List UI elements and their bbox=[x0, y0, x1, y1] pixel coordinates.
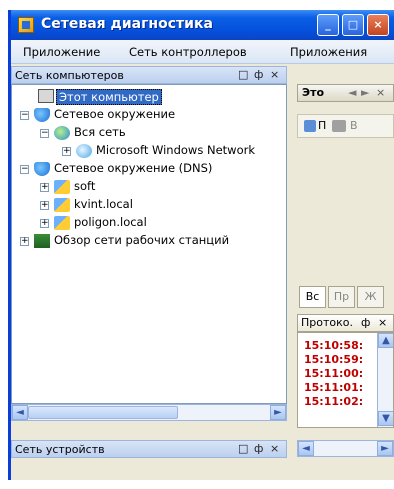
scroll-thumb[interactable] bbox=[28, 406, 178, 419]
panel-pin-icon[interactable]: ф bbox=[254, 68, 263, 81]
devices-panel-header: Сеть устройств □ ф × bbox=[11, 440, 287, 458]
menu-controller-network[interactable]: Сеть контроллеров bbox=[129, 45, 247, 59]
domain-icon bbox=[54, 198, 70, 212]
tab-prev-icon[interactable]: ◄ bbox=[348, 86, 356, 99]
log-line: 15:11:02: bbox=[304, 395, 364, 408]
app-icon bbox=[18, 17, 34, 33]
toolbar-tool-icon[interactable] bbox=[304, 120, 316, 132]
document-toolbar: П В bbox=[297, 114, 394, 138]
scroll-right-icon[interactable]: ► bbox=[270, 405, 286, 420]
log-line: 15:10:59: bbox=[304, 353, 364, 366]
log-line: 15:10:58: bbox=[304, 339, 364, 352]
workstations-icon bbox=[34, 234, 50, 248]
tab-zh[interactable]: Ж bbox=[357, 286, 384, 308]
scroll-down-icon[interactable]: ▼ bbox=[378, 411, 393, 426]
log-list: 15:10:58: 15:10:59: 15:11:00: 15:11:01: … bbox=[297, 332, 394, 428]
tree-node-poligon-local[interactable]: poligon.local bbox=[74, 215, 147, 229]
minimize-button[interactable]: _ bbox=[317, 14, 339, 36]
tree-node-network-places[interactable]: Сетевое окружение bbox=[54, 107, 175, 121]
tree-node-workstations[interactable]: Обзор сети рабочих станций bbox=[54, 233, 229, 247]
panel-close-icon[interactable]: × bbox=[378, 316, 387, 329]
toolbar-filter-icon[interactable] bbox=[332, 120, 346, 132]
menu-bar: Приложение Сеть контроллеров Приложения bbox=[11, 40, 394, 64]
tab-next-icon[interactable]: ► bbox=[361, 86, 369, 99]
log-line: 15:11:00: bbox=[304, 367, 364, 380]
tree-node-kvint-local[interactable]: kvint.local bbox=[74, 197, 133, 211]
menu-applications[interactable]: Приложения bbox=[290, 45, 367, 59]
app-window: Сетевая диагностика _ □ × Приложение Сет… bbox=[8, 10, 394, 480]
tab-close-icon[interactable]: × bbox=[376, 86, 385, 99]
collapse-icon[interactable]: − bbox=[20, 165, 29, 174]
collapse-icon[interactable]: − bbox=[20, 111, 29, 120]
panel-float-icon[interactable]: □ bbox=[238, 68, 248, 81]
toolbar-label-p[interactable]: П bbox=[318, 119, 326, 132]
windows-network-icon bbox=[76, 144, 92, 158]
expand-icon[interactable]: + bbox=[20, 237, 29, 246]
scroll-left-icon[interactable]: ◄ bbox=[12, 405, 28, 420]
domain-icon bbox=[54, 216, 70, 230]
panel-title: Сеть компьютеров bbox=[15, 69, 124, 82]
expand-icon[interactable]: + bbox=[40, 183, 49, 192]
window-title: Сетевая диагностика bbox=[41, 16, 213, 32]
expand-icon[interactable]: + bbox=[40, 201, 49, 210]
panel-float-icon[interactable]: □ bbox=[238, 442, 248, 455]
domain-icon bbox=[54, 180, 70, 194]
tree-node-this-computer[interactable]: Этот компьютер bbox=[56, 89, 162, 105]
tree-node-entire-network[interactable]: Вся сеть bbox=[74, 125, 126, 139]
panel-pin-icon[interactable]: ф bbox=[361, 316, 370, 329]
document-tab-row: Это ◄ ► × bbox=[297, 84, 394, 102]
tree-node-soft[interactable]: soft bbox=[74, 179, 95, 193]
tree-node-network-dns[interactable]: Сетевое окружение (DNS) bbox=[54, 161, 212, 175]
scroll-up-icon[interactable]: ▲ bbox=[378, 333, 393, 348]
title-bar[interactable]: Сетевая диагностика _ □ × bbox=[11, 10, 394, 40]
computer-icon bbox=[38, 89, 54, 103]
computer-network-panel-header: Сеть компьютеров □ ф × bbox=[11, 66, 287, 84]
expand-icon[interactable]: + bbox=[40, 219, 49, 228]
collapse-icon[interactable]: − bbox=[40, 129, 49, 138]
log-line: 15:11:01: bbox=[304, 381, 364, 394]
computer-tree: Этот компьютер − Сетевое окружение − Вся… bbox=[11, 84, 287, 404]
log-panel-header: Протоко. ф × bbox=[297, 314, 394, 332]
tree-horizontal-scrollbar[interactable]: ◄ ► bbox=[11, 404, 287, 421]
network-places-icon bbox=[34, 162, 50, 176]
network-places-icon bbox=[34, 108, 50, 122]
log-vertical-scrollbar[interactable]: ▲ ▼ bbox=[377, 333, 393, 427]
log-panel-title: Протоко. bbox=[301, 316, 353, 329]
tab-all[interactable]: Вс bbox=[299, 286, 326, 308]
menu-application[interactable]: Приложение bbox=[23, 45, 100, 59]
globe-icon bbox=[54, 126, 70, 140]
bottom-tab-strip: Вс Пр Ж bbox=[297, 286, 394, 308]
tree-node-windows-network[interactable]: Microsoft Windows Network bbox=[96, 143, 255, 157]
scroll-left-icon[interactable]: ◄ bbox=[298, 441, 314, 456]
tab-this-computer[interactable]: Это bbox=[302, 86, 324, 99]
devices-panel-title: Сеть устройств bbox=[15, 443, 105, 456]
toolbar-label-v[interactable]: В bbox=[350, 119, 358, 132]
scroll-right-icon[interactable]: ► bbox=[377, 441, 393, 456]
panel-pin-icon[interactable]: ф bbox=[254, 442, 263, 455]
document-content bbox=[297, 138, 394, 278]
panel-close-icon[interactable]: × bbox=[270, 68, 279, 81]
right-horizontal-scrollbar[interactable]: ◄ ► bbox=[297, 440, 394, 457]
close-button[interactable]: × bbox=[367, 14, 389, 36]
maximize-button[interactable]: □ bbox=[342, 14, 364, 36]
tab-pr[interactable]: Пр bbox=[328, 286, 355, 308]
expand-icon[interactable]: + bbox=[62, 147, 71, 156]
panel-close-icon[interactable]: × bbox=[270, 442, 279, 455]
